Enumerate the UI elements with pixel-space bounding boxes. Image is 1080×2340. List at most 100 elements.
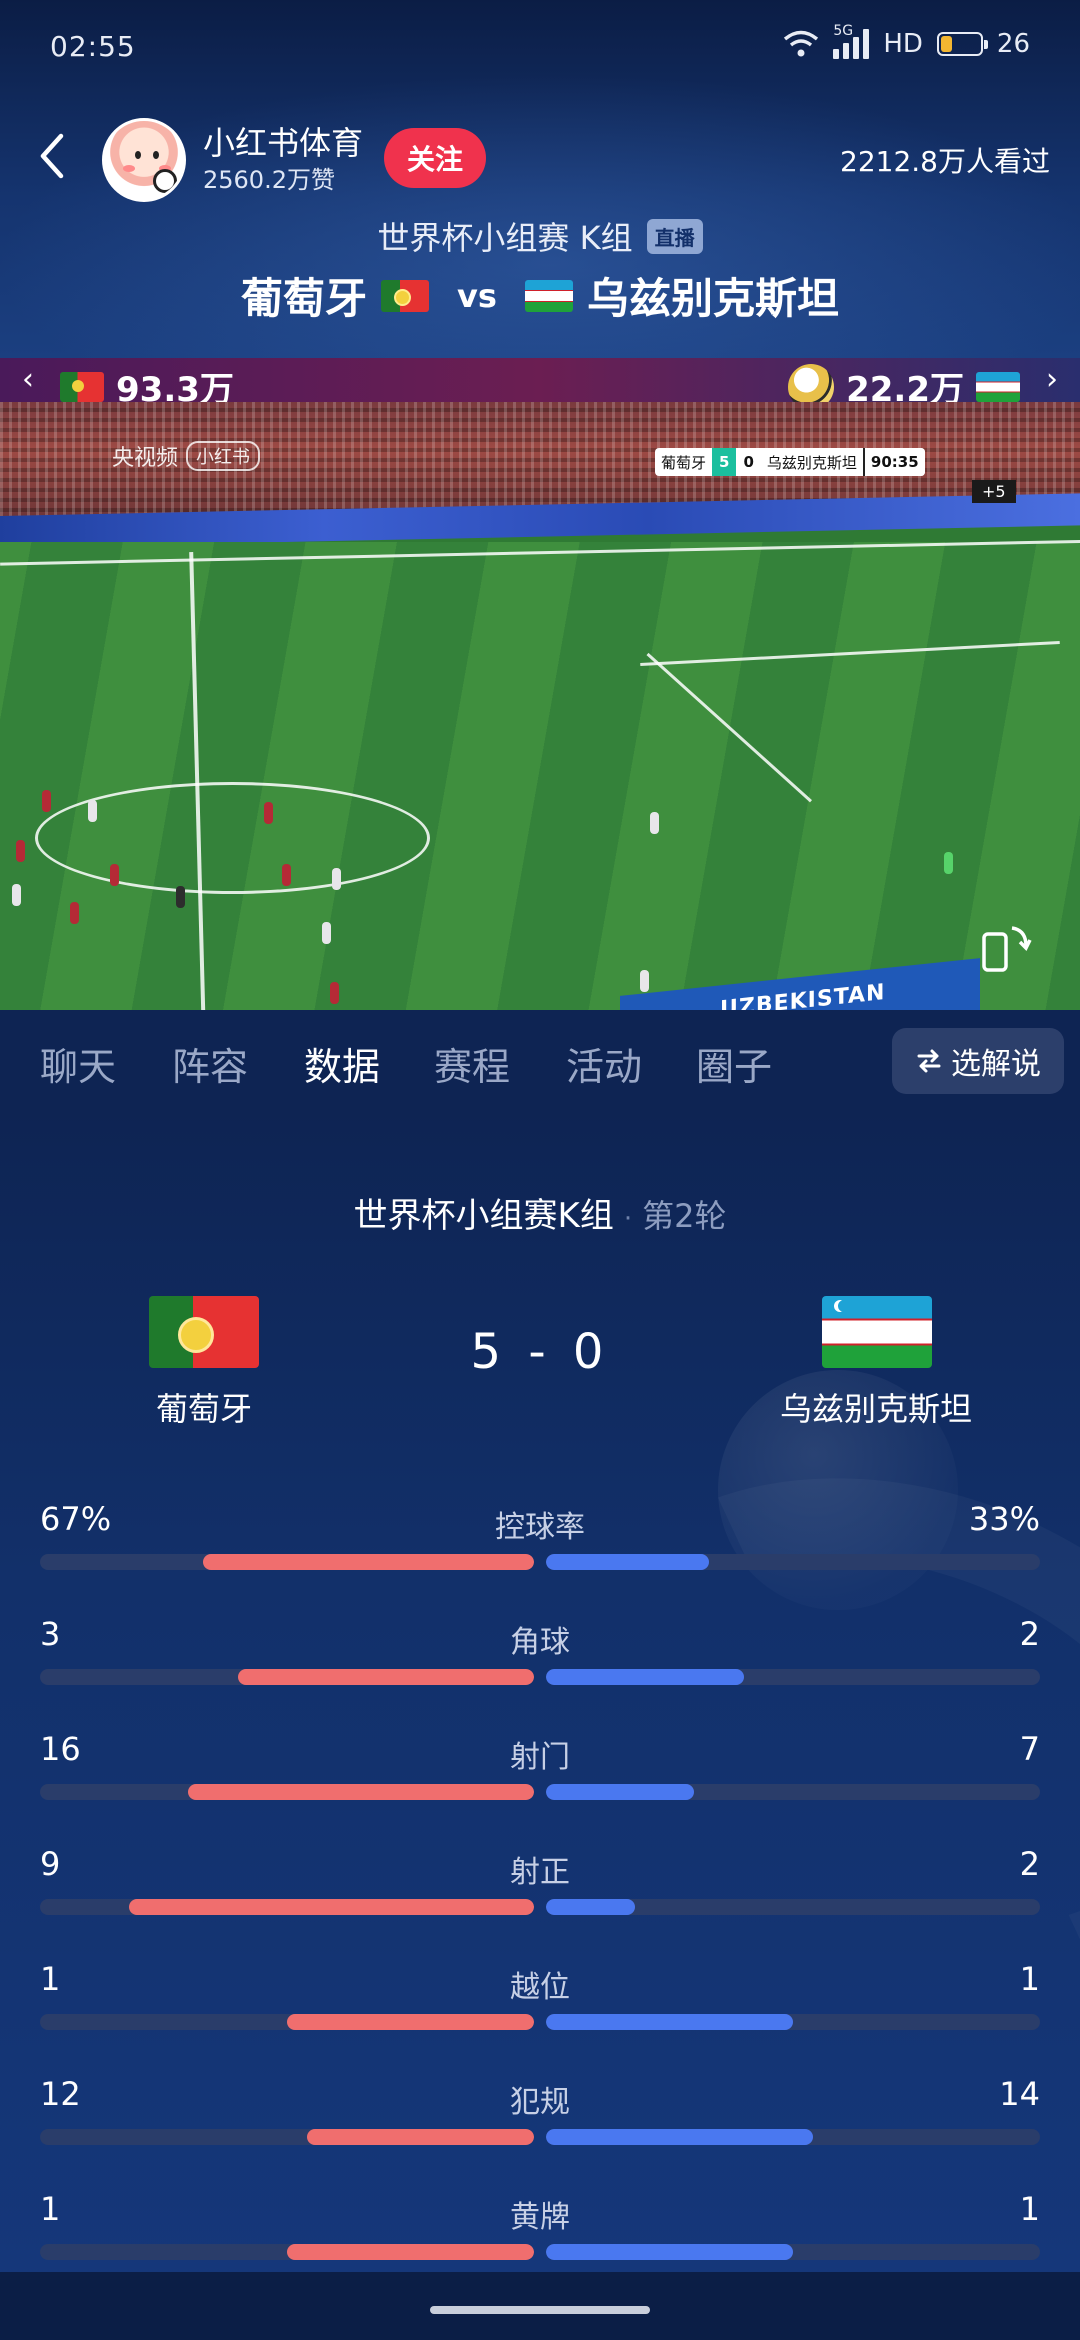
stat-row: 12 犯规 14 xyxy=(0,2075,1080,2155)
video-scoreboard: 葡萄牙 5 0 乌兹别克斯坦 90:35 xyxy=(655,448,925,476)
stat-home-track xyxy=(40,2129,534,2145)
partner-logo: 小红书 xyxy=(186,441,261,471)
stat-away-track xyxy=(546,1784,1040,1800)
stat-label: 越位 xyxy=(510,1970,570,2005)
status-time: 02:55 xyxy=(50,30,136,63)
match-clock: 90:35 xyxy=(862,448,925,476)
stat-away-bar xyxy=(546,2014,793,2030)
select-commentary-button[interactable]: 选解说 xyxy=(892,1028,1064,1094)
pitch xyxy=(0,537,1080,1010)
stat-row: 16 射门 7 xyxy=(0,1730,1080,1810)
tab-data[interactable]: 数据 xyxy=(304,1036,380,1091)
chevron-left-icon xyxy=(40,133,64,179)
player xyxy=(640,970,649,992)
stat-away-track xyxy=(546,1899,1040,1915)
away-team-label: 乌兹别克斯坦 xyxy=(779,1390,972,1428)
player xyxy=(322,922,331,944)
tab-chat[interactable]: 聊天 xyxy=(40,1036,116,1091)
vs-label: vs xyxy=(457,276,497,315)
follow-button[interactable]: 关注 xyxy=(384,128,486,188)
tab-community[interactable]: 圈子 xyxy=(696,1036,772,1091)
select-commentary-label: 选解说 xyxy=(951,1047,1041,1082)
scoreboard-home-score: 5 xyxy=(712,448,737,476)
stat-row: 1 黄牌 1 xyxy=(0,2190,1080,2270)
chevron-right-icon[interactable]: › xyxy=(1046,362,1058,397)
stat-row: 67% 控球率 33% xyxy=(0,1500,1080,1580)
stat-label: 射正 xyxy=(510,1855,570,1890)
player xyxy=(332,868,341,890)
stat-home-track xyxy=(40,1784,534,1800)
stat-away-bar xyxy=(546,2129,813,2145)
hd-indicator: HD xyxy=(883,29,923,59)
broadcaster-name: 央视频 xyxy=(112,446,179,471)
stat-row: 9 射正 2 xyxy=(0,1845,1080,1925)
video-player[interactable]: 央视频 小红书 葡萄牙 5 0 乌兹别克斯坦 90:35 +5 UZBEKIST… xyxy=(0,402,1080,1010)
stat-home-track xyxy=(40,1669,534,1685)
stat-home-bar xyxy=(203,1554,534,1570)
navigation-bar xyxy=(0,2272,1080,2340)
status-bar: 02:55 5G HD 26 xyxy=(0,0,1080,96)
stat-away-value: 1 xyxy=(1019,2190,1040,2228)
stat-home-bar xyxy=(129,1899,534,1915)
match-title-text: 世界杯小组赛 K组 xyxy=(377,219,633,257)
player xyxy=(70,902,79,924)
player xyxy=(88,800,97,822)
streamer-likes: 2560.2万赞 xyxy=(203,166,335,194)
teams-row: 葡萄牙 vs 乌兹别克斯坦 xyxy=(0,265,1080,326)
stat-label: 黄牌 xyxy=(510,2200,570,2235)
streamer-avatar[interactable] xyxy=(102,118,186,202)
added-time: +5 xyxy=(972,480,1016,503)
stat-away-value: 7 xyxy=(1019,1730,1040,1768)
stat-home-track xyxy=(40,1899,534,1915)
separator: · xyxy=(623,1204,633,1234)
home-team-label: 葡萄牙 xyxy=(155,1390,252,1428)
player xyxy=(110,864,119,886)
live-header: 02:55 5G HD 26 小红书体育 2560.2万赞 关注 2212.8万… xyxy=(0,0,1080,358)
stat-away-value: 2 xyxy=(1019,1615,1040,1653)
tab-bar: 聊天 阵容 数据 赛程 活动 圈子 选解说 xyxy=(0,1010,1080,1112)
tab-schedule[interactable]: 赛程 xyxy=(434,1036,510,1091)
rotate-screen-icon[interactable] xyxy=(978,920,1034,976)
scoreboard-home: 葡萄牙 xyxy=(661,453,707,472)
player xyxy=(42,790,51,812)
player xyxy=(650,812,659,834)
tab-lineup[interactable]: 阵容 xyxy=(172,1036,248,1091)
scoreboard-away-score: 0 xyxy=(736,448,761,476)
stat-away-value: 2 xyxy=(1019,1845,1040,1883)
signal-icon: 5G xyxy=(833,23,870,59)
uzbekistan-flag-icon xyxy=(524,279,573,312)
stat-away-track xyxy=(546,2129,1040,2145)
player xyxy=(12,884,21,906)
streamer-name[interactable]: 小红书体育 xyxy=(203,118,363,164)
player xyxy=(264,802,273,824)
stat-away-track xyxy=(546,2244,1040,2260)
stat-away-bar xyxy=(546,1669,744,1685)
stat-row: 1 越位 1 xyxy=(0,1960,1080,2040)
goalkeeper xyxy=(944,852,953,874)
stat-away-bar xyxy=(546,1784,694,1800)
battery-level: 26 xyxy=(996,29,1030,59)
competition-name: 世界杯小组赛K组 xyxy=(353,1196,614,1236)
stat-home-bar xyxy=(188,1784,534,1800)
away-team-name: 乌兹别克斯坦 xyxy=(586,274,839,323)
match-stats-panel: 世界杯小组赛K组 · 第2轮 5 - 0 葡萄牙 乌兹别克斯坦 67% 控球率 33% 3… xyxy=(0,1112,1080,2272)
broadcaster-watermark: 央视频 小红书 xyxy=(112,440,261,472)
back-button[interactable] xyxy=(32,128,72,184)
chevron-left-icon[interactable]: ‹ xyxy=(22,362,34,397)
stat-away-value: 1 xyxy=(1019,1960,1040,1998)
stat-label: 角球 xyxy=(510,1625,570,1660)
stat-home-track xyxy=(40,2014,534,2030)
stat-label: 控球率 xyxy=(495,1510,585,1545)
stat-away-bar xyxy=(546,1899,635,1915)
home-indicator[interactable] xyxy=(430,2306,650,2314)
stat-home-bar xyxy=(287,2244,534,2260)
support-bar: ‹ 93.3万 22.2万 › xyxy=(0,358,1080,410)
portugal-flag-icon xyxy=(381,279,430,312)
stat-label: 犯规 xyxy=(510,2085,570,2120)
network-type: 5G xyxy=(833,23,854,39)
stat-away-track xyxy=(546,1669,1040,1685)
stat-home-bar xyxy=(307,2129,534,2145)
wifi-icon xyxy=(784,30,819,57)
tab-activities[interactable]: 活动 xyxy=(566,1036,642,1091)
stat-away-bar xyxy=(546,1554,709,1570)
